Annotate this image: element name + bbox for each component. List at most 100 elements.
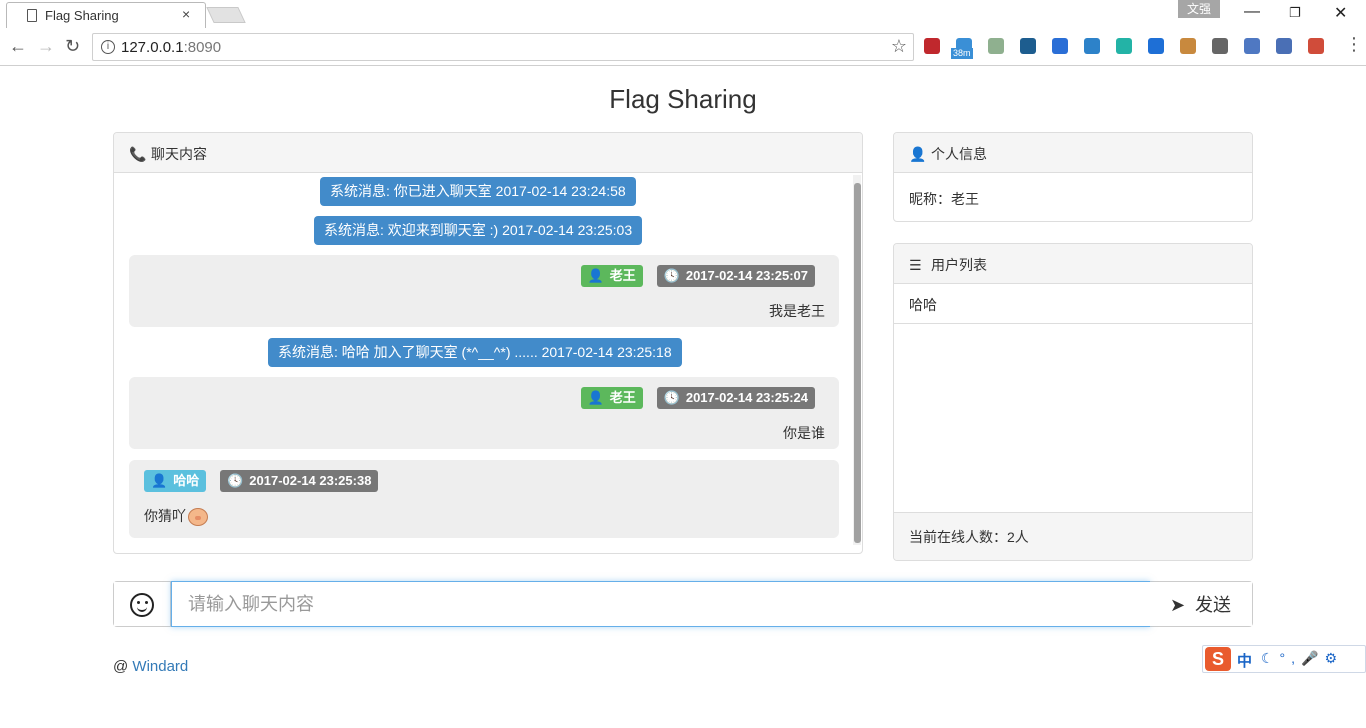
send-label: 发送 (1195, 595, 1232, 615)
url-text[interactable]: 127.0.0.1:8090 (121, 39, 221, 56)
user-icon: 👤 (587, 390, 604, 405)
time-label: 🕓 2017-02-14 23:25:38 (220, 470, 379, 492)
message-input[interactable] (171, 581, 1150, 627)
user-icon: 👤 (909, 146, 927, 162)
footer-author-link[interactable]: Windard (132, 658, 188, 675)
tab-title: Flag Sharing (45, 8, 119, 23)
users-panel-heading: ☰ 用户列表 (894, 244, 1252, 284)
y-extension-icon[interactable] (1084, 38, 1100, 54)
w-extension-icon[interactable] (1148, 38, 1164, 54)
info-icon[interactable]: i (101, 40, 115, 54)
users-heading: 用户列表 (931, 257, 987, 273)
time-label: 🕓 2017-02-14 23:25:24 (656, 387, 815, 409)
chat-panel: 📞 聊天内容 系统消息: 你已进入聊天室 2017-02-14 23:24:58 … (113, 132, 863, 554)
send-plane-icon: ➤ (1169, 595, 1186, 615)
restore-icon[interactable]: ❐ (1289, 5, 1301, 21)
message-time: 2017-02-14 23:25:24 (685, 390, 808, 405)
cookie-extension-icon[interactable] (1180, 38, 1196, 54)
send-button[interactable]: ➤ 发送 (1149, 582, 1252, 626)
chat-message: 👤 老王 🕓 2017-02-14 23:25:24 你是谁 (129, 377, 839, 449)
document-icon (27, 9, 37, 22)
list-icon: ☰ (909, 257, 922, 273)
system-message: 系统消息: 你已进入聊天室 2017-02-14 23:24:58 (320, 177, 636, 206)
user-list-item[interactable]: 哈哈 (894, 284, 1252, 324)
chat-scrollbar-thumb[interactable] (854, 183, 861, 543)
page: Flag Sharing 📞 聊天内容 系统消息: 你已进入聊天室 2017-02… (0, 67, 1366, 728)
profile-panel-heading: 👤 个人信息 (894, 133, 1252, 173)
url-port: :8090 (183, 39, 222, 56)
footer: @ Windard (113, 658, 188, 675)
pig-emoji-icon (188, 508, 208, 527)
ime-toolbar[interactable]: S 中 ☾°,🎤⚙ (1202, 645, 1366, 673)
sogou-logo-icon: S (1205, 647, 1231, 671)
message-user: 老王 (609, 268, 636, 283)
user-label: 👤 老王 (580, 265, 643, 287)
window-profile-label: 文强 (1178, 0, 1220, 18)
browser-tab-bar: Flag Sharing × 文强 — ❐ ✕ (0, 0, 1366, 29)
user-icon: 👤 (151, 473, 168, 488)
profile-heading: 个人信息 (931, 146, 987, 162)
online-count: 当前在线人数：2人 (894, 512, 1252, 560)
url-host: 127.0.0.1 (121, 39, 184, 56)
timer-badge: 38m (951, 48, 973, 59)
adblock-icon[interactable] (924, 38, 940, 54)
users-panel: ☰ 用户列表 哈哈 当前在线人数：2人 (893, 243, 1253, 561)
circle-extension-icon[interactable] (988, 38, 1004, 54)
nickname-text: 昵称：老王 (909, 191, 979, 207)
chat-message: 👤 哈哈 🕓 2017-02-14 23:25:38 你猜吖 (129, 460, 839, 538)
browser-toolbar: ← → ↻ i 127.0.0.1:8090 ☆ 38m ⋮ (0, 28, 1366, 66)
minimize-icon[interactable]: — (1244, 3, 1260, 21)
user-label: 👤 哈哈 (144, 470, 207, 492)
user-icon: 👤 (587, 268, 604, 283)
m-circle-extension-icon[interactable] (1116, 38, 1132, 54)
clock-icon: 🕓 (663, 268, 680, 283)
ime-tools-icons[interactable]: ☾°,🎤⚙ (1261, 650, 1343, 667)
message-composer: ➤ 发送 (113, 581, 1253, 627)
browser-tab[interactable]: Flag Sharing × (6, 2, 206, 29)
browser-menu-icon[interactable]: ⋮ (1345, 34, 1363, 55)
footer-prefix: @ (113, 658, 129, 675)
clock-icon: 🕓 (663, 390, 680, 405)
system-message: 系统消息: 哈哈 加入了聊天室 (*^__^*) ...... 2017-02-… (268, 338, 682, 367)
message-user: 老王 (609, 390, 636, 405)
message-text: 我是老王 (769, 303, 825, 319)
profile-panel: 👤 个人信息 昵称：老王 (893, 132, 1253, 222)
user-list: 哈哈 (894, 284, 1252, 324)
message-time: 2017-02-14 23:25:38 (249, 473, 372, 488)
s-extension-icon[interactable] (1308, 38, 1324, 54)
clock-icon: 🕓 (227, 473, 244, 488)
smiley-icon (130, 593, 154, 617)
phone-icon: 📞 (129, 146, 147, 162)
message-meta: 👤 老王 🕓 2017-02-14 23:25:07 (580, 265, 815, 287)
translate-extension-icon[interactable] (1276, 38, 1292, 54)
message-time: 2017-02-14 23:25:07 (685, 268, 808, 283)
address-bar[interactable]: i 127.0.0.1:8090 ☆ (92, 33, 914, 61)
back-icon[interactable]: ← (9, 36, 27, 57)
page-title: Flag Sharing (609, 84, 757, 114)
chat-heading: 聊天内容 (151, 146, 207, 162)
forward-icon[interactable]: → (37, 36, 55, 57)
message-text: 你猜吖 (144, 508, 186, 524)
ime-mode[interactable]: 中 (1237, 650, 1252, 671)
message-user: 哈哈 (173, 473, 200, 488)
m-extension-icon[interactable] (1020, 38, 1036, 54)
system-message: 系统消息: 欢迎来到聊天室 :) 2017-02-14 23:25:03 (314, 216, 643, 245)
message-meta: 👤 老王 🕓 2017-02-14 23:25:24 (580, 387, 815, 409)
bookmark-star-icon[interactable]: ☆ (891, 36, 907, 57)
emoji-button[interactable] (114, 582, 171, 626)
chat-messages[interactable]: 系统消息: 你已进入聊天室 2017-02-14 23:24:58 系统消息: … (114, 173, 862, 553)
time-label: 🕓 2017-02-14 23:25:07 (656, 265, 815, 287)
chat-panel-heading: 📞 聊天内容 (114, 133, 862, 173)
tab-close-icon[interactable]: × (182, 6, 190, 22)
chat-message: 👤 老王 🕓 2017-02-14 23:25:07 我是老王 (129, 255, 839, 327)
window-close-icon[interactable]: ✕ (1334, 3, 1347, 23)
globe-extension-icon[interactable] (1244, 38, 1260, 54)
eyedropper-extension-icon[interactable] (1052, 38, 1068, 54)
reload-icon[interactable]: ↻ (65, 36, 80, 57)
message-meta: 👤 哈哈 🕓 2017-02-14 23:25:38 (144, 470, 379, 492)
user-label: 👤 老王 (580, 387, 643, 409)
message-text: 你是谁 (783, 425, 825, 441)
link-extension-icon[interactable] (1212, 38, 1228, 54)
new-tab-button[interactable] (206, 7, 246, 23)
message-text-row: 你猜吖 (144, 506, 208, 527)
